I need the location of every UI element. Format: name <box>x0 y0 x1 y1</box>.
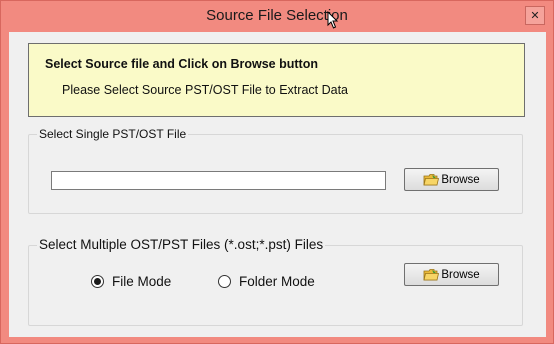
dialog-window: Source File Selection ✕ Select Source fi… <box>0 0 554 344</box>
multiple-files-legend: Select Multiple OST/PST Files (*.ost;*.p… <box>37 237 326 252</box>
file-mode-label: File Mode <box>112 274 172 289</box>
close-icon: ✕ <box>530 10 540 22</box>
mouse-cursor-icon <box>327 11 339 29</box>
single-file-legend: Select Single PST/OST File <box>37 127 189 141</box>
instruction-subtext: Please Select Source PST/OST File to Ext… <box>62 83 348 97</box>
close-button[interactable]: ✕ <box>525 6 545 25</box>
radio-selected-dot <box>94 278 101 285</box>
window-title: Source File Selection <box>206 7 348 24</box>
instruction-heading: Select Source file and Click on Browse b… <box>45 57 318 71</box>
browse-single-button[interactable]: Browse <box>404 168 499 191</box>
browse-single-label: Browse <box>441 173 480 186</box>
single-file-path-input[interactable] <box>51 171 386 190</box>
folder-mode-label: Folder Mode <box>239 274 315 289</box>
browse-multiple-button[interactable]: Browse <box>404 263 499 286</box>
browse-multiple-label: Browse <box>441 268 480 281</box>
instruction-panel: Select Source file and Click on Browse b… <box>28 43 525 117</box>
folder-mode-radio-circle[interactable] <box>218 275 231 288</box>
file-mode-radio[interactable]: File Mode <box>91 274 171 289</box>
file-mode-radio-circle[interactable] <box>91 275 104 288</box>
folder-mode-radio[interactable]: Folder Mode <box>218 274 315 289</box>
title-bar[interactable]: Source File Selection ✕ <box>1 1 553 32</box>
dialog-body: Select Source file and Click on Browse b… <box>9 32 546 337</box>
folder-icon <box>423 173 440 185</box>
folder-icon <box>423 268 440 280</box>
